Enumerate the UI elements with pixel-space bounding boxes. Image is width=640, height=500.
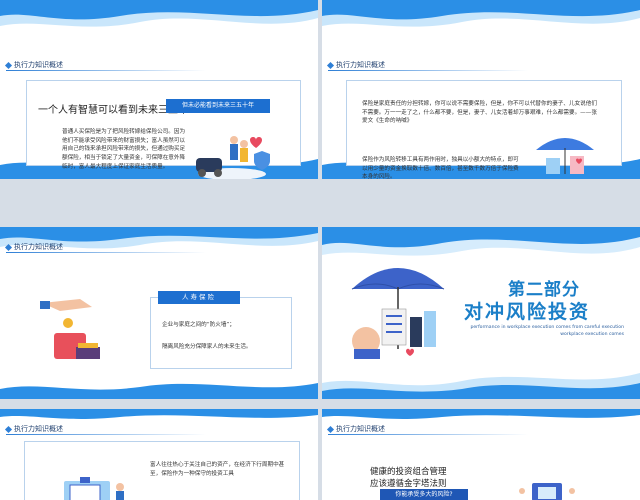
slide-grid: 一个人有智慧可以看到未来三五年 但未必能看到未来三五十年 普通人买保险是为了把风… xyxy=(0,0,640,500)
slide1-pill: 但未必能看到未来三五十年 xyxy=(166,99,270,113)
header-underline xyxy=(6,70,206,71)
family-illustration xyxy=(196,136,270,179)
diamond-icon xyxy=(4,243,13,251)
diamond-icon xyxy=(4,425,13,433)
diamond-icon xyxy=(326,425,335,433)
header-underline xyxy=(328,434,528,435)
slide-1-thumbnail[interactable]: 一个人有智慧可以看到未来三五年 但未必能看到未来三五十年 普通人买保险是为了把风… xyxy=(0,0,318,179)
umbrella-investment-illustration xyxy=(351,268,445,359)
diamond-icon xyxy=(326,61,335,69)
slide6-line1: 健康的投资组合管理 xyxy=(370,467,447,477)
hand-coin-illustration xyxy=(40,299,100,359)
header-underline xyxy=(6,434,206,435)
content-card xyxy=(150,297,292,369)
slide-6-thumbnail[interactable]: 执行力知识概述 健康的投资组合管理 应该遵循金字塔法则 你能承受多大的风险? xyxy=(322,409,640,500)
section-subtitle-en1: performance in workplace execution comes… xyxy=(470,325,624,330)
document-illustration xyxy=(64,477,124,500)
slide3-item2: 隔离风险充分保障家人的未来生活。 xyxy=(162,344,252,350)
tablet-illustration xyxy=(519,483,575,500)
slide6-pill: 你能承受多大的风险? xyxy=(380,489,468,500)
slide6-line2: 应该遵循金字塔法则 xyxy=(370,479,447,489)
header-label: 执行力知识概述 xyxy=(336,61,385,69)
slide3-item1: 企业与家庭之间的“防火墙”； xyxy=(162,322,235,328)
slide2-para1: 保险是家庭责任的分担转嫁，你可以说不需要保险，但是，你不可以代替你的妻子、儿女说… xyxy=(362,101,597,125)
slide2-para2: 保险作为风险转移工具有两作用时，独具以小额大的特点，即可以用少量的资金换取数十倍… xyxy=(362,157,519,179)
slide2-header: 执行力知识概述 xyxy=(326,60,385,70)
header-label: 执行力知识概述 xyxy=(14,61,63,69)
slide3-header: 执行力知识概述 xyxy=(4,242,63,252)
bottom-wave xyxy=(322,373,640,399)
header-label: 执行力知识概述 xyxy=(14,425,63,433)
header-label: 执行力知识概述 xyxy=(14,243,63,251)
slide-2-thumbnail[interactable]: 执行力知识概述 保险是家庭责任的分担转嫁，你可以说不需要保险，但是，你不可以代替… xyxy=(322,0,640,179)
header-underline xyxy=(6,252,206,253)
diamond-icon xyxy=(4,61,13,69)
top-wave xyxy=(322,0,640,27)
slide5-body: 富人往往热心于关注自己的资产，在经济下行周期中甚至，保险作为一种保守的投资工具 xyxy=(150,462,285,477)
slide-4-thumbnail[interactable]: 第二部分 对冲风险投资 performance in workplace exe… xyxy=(322,227,640,399)
slide1-header: 执行力知识概述 xyxy=(4,60,63,70)
slide3-pill: 人寿保险 xyxy=(158,291,240,304)
slide-3-thumbnail[interactable]: 执行力知识概述 人寿保险 企业与家庭之间的“防火墙”； 隔离风险充分保障家人的未… xyxy=(0,227,318,399)
section-title: 对冲风险投资 xyxy=(464,301,591,323)
slide5-header: 执行力知识概述 xyxy=(4,424,63,434)
header-underline xyxy=(328,70,528,71)
header-label: 执行力知识概述 xyxy=(336,425,385,433)
slide-5-thumbnail[interactable]: 执行力知识概述 富人往往热心于关注自己的资产，在经济下行周期中甚至，保险作为一种… xyxy=(0,409,318,500)
slide6-header: 执行力知识概述 xyxy=(326,424,385,434)
slide1-body: 普通人买保险是为了把风险转嫁给保险公司。因为他们不能承受风险带来的财富损失；富人… xyxy=(62,129,186,170)
section-subtitle-en2: workplace execution comes xyxy=(560,332,624,337)
umbrella-illustration xyxy=(536,138,594,174)
bottom-wave xyxy=(0,383,318,399)
top-wave xyxy=(0,0,318,27)
